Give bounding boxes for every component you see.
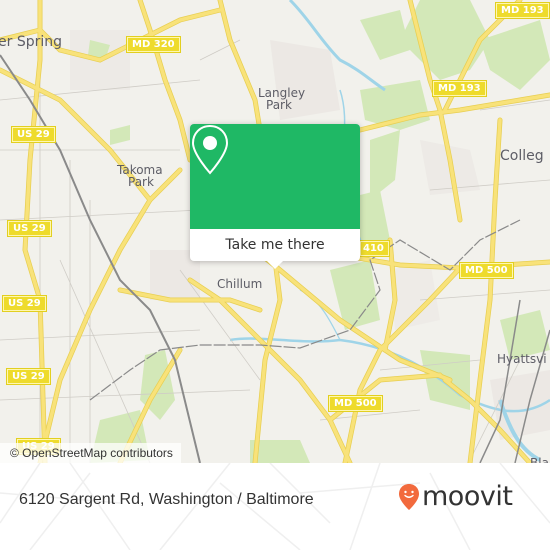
map-view[interactable]: er Spring Langley Park Takoma Park Colle…: [0, 0, 550, 463]
route-shield-us29: US 29: [11, 126, 56, 143]
place-label-silver-spring: er Spring: [0, 34, 62, 50]
moovit-logo[interactable]: moovit: [398, 481, 513, 512]
take-me-there-button[interactable]: Take me there: [190, 229, 360, 261]
map-pin-icon: [191, 124, 229, 175]
popup-header: [190, 124, 360, 229]
route-shield-md320: MD 320: [126, 36, 181, 53]
route-shield-us29: US 29: [7, 220, 52, 237]
route-shield-md193: MD 193: [432, 80, 487, 97]
location-popup: Take me there: [190, 124, 360, 269]
route-shield-us29: US 29: [6, 368, 51, 385]
place-label-college-park: Colleg: [500, 148, 544, 164]
route-shield-md500: MD 500: [328, 395, 383, 412]
popup-pointer: [267, 261, 283, 269]
map-attribution[interactable]: © OpenStreetMap contributors: [0, 443, 181, 463]
place-label-langley-park-line2: Park: [266, 98, 292, 112]
moovit-pin-icon: [399, 483, 419, 510]
route-shield-md500: MD 500: [459, 262, 514, 279]
moovit-wordmark: moovit: [422, 481, 513, 512]
route-shield-md193: MD 193: [495, 2, 550, 19]
place-label-hyattsville: Hyattsvi: [497, 352, 547, 366]
route-shield-md410: 410: [359, 240, 390, 257]
address-text: 6120 Sargent Rd, Washington / Baltimore: [19, 491, 314, 508]
route-shield-us29: US 29: [2, 295, 47, 312]
place-label-chillum: Chillum: [217, 277, 263, 291]
footer-bar: 6120 Sargent Rd, Washington / Baltimore …: [0, 463, 550, 550]
place-label-takoma-park-line2: Park: [128, 175, 154, 189]
